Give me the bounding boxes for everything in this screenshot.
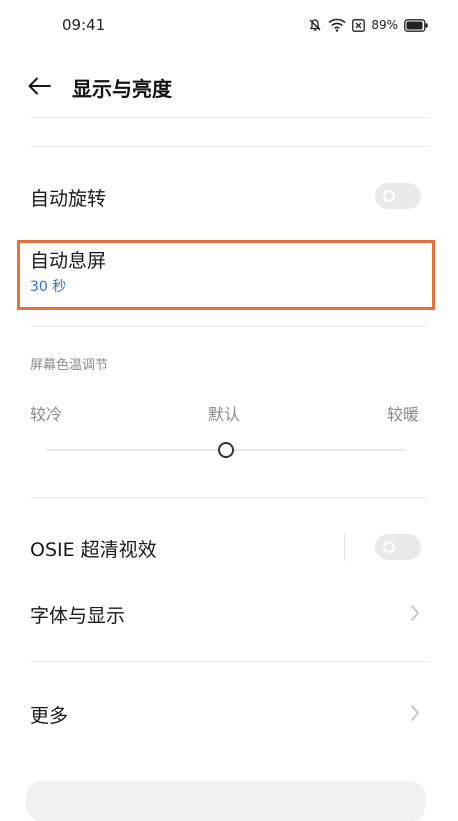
osie-label: OSIE 超清视效 <box>30 539 157 561</box>
divider <box>30 117 428 118</box>
divider <box>30 326 428 327</box>
color-temp-warm-label: 较暖 <box>387 405 420 424</box>
more-label: 更多 <box>30 705 69 727</box>
close-box-icon <box>352 18 366 32</box>
auto-rotate-toggle[interactable] <box>375 183 421 209</box>
auto-rotate-label: 自动旋转 <box>30 188 107 210</box>
status-icons: 89% <box>308 18 428 32</box>
status-time: 09:41 <box>62 16 106 34</box>
bell-mute-icon <box>308 18 322 32</box>
toggle-knob <box>383 190 395 202</box>
vertical-separator <box>344 533 345 561</box>
more-row[interactable]: 更多 <box>0 688 458 738</box>
color-temp-section-title: 屏幕色温调节 <box>30 358 109 373</box>
battery-icon <box>404 18 428 32</box>
chevron-right-icon <box>408 703 422 723</box>
page-title: 显示与亮度 <box>72 77 172 101</box>
toggle-knob <box>383 541 395 553</box>
highlight-frame <box>17 240 435 310</box>
color-temp-cold-label: 较冷 <box>30 405 63 424</box>
font-display-label: 字体与显示 <box>30 605 126 627</box>
auto-rotate-row[interactable]: 自动旋转 <box>0 170 458 222</box>
color-temp-slider-thumb[interactable] <box>218 442 234 458</box>
font-display-row[interactable]: 字体与显示 <box>0 588 458 638</box>
osie-row[interactable]: OSIE 超清视效 <box>0 522 458 574</box>
bottom-card <box>26 781 426 821</box>
battery-percent: 89% <box>371 18 398 32</box>
osie-toggle[interactable] <box>375 534 421 560</box>
wifi-icon <box>328 18 346 32</box>
back-arrow-icon[interactable] <box>26 74 52 98</box>
divider <box>30 661 428 662</box>
chevron-right-icon <box>408 603 422 623</box>
divider <box>30 497 428 498</box>
color-temp-default-label: 默认 <box>208 405 241 424</box>
divider <box>30 146 428 147</box>
